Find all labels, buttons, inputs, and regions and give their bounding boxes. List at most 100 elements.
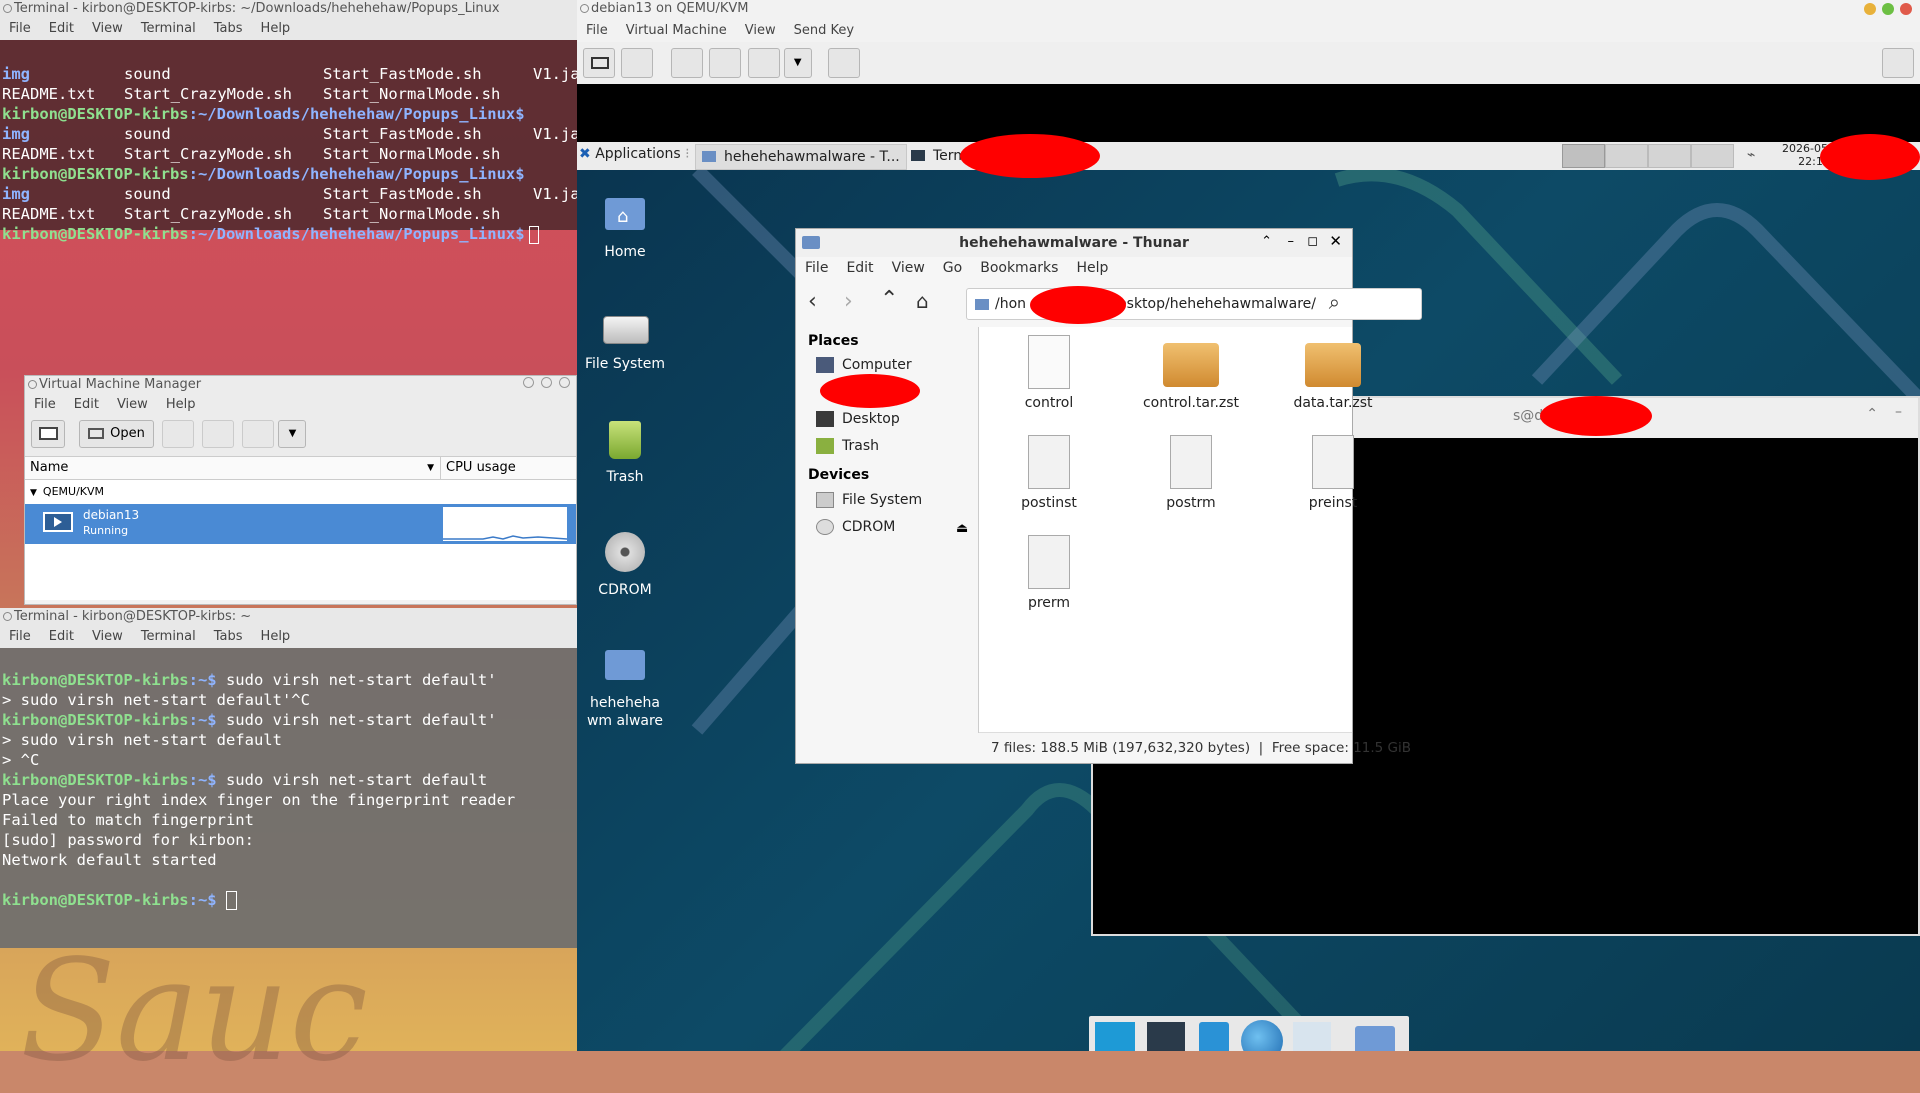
menu-edit[interactable]: Edit (837, 257, 882, 283)
menu-help[interactable]: Help (252, 18, 300, 40)
applications-menu[interactable]: ✖ Applications ⁝ (579, 146, 690, 162)
menu-go[interactable]: Go (934, 257, 971, 283)
file-item[interactable]: postinst (989, 435, 1109, 511)
new-vm-button[interactable] (31, 420, 65, 448)
menu-send-key[interactable]: Send Key (785, 20, 863, 42)
sidebar-item-computer[interactable]: Computer (816, 357, 912, 373)
shade-button[interactable]: ⌃ (1261, 234, 1272, 249)
maximize-button[interactable] (541, 377, 552, 388)
run-button[interactable] (671, 48, 704, 78)
sidebar-item-trash[interactable]: Trash (816, 438, 879, 454)
pause-button[interactable] (709, 48, 742, 78)
show-desktop-icon[interactable] (1095, 1022, 1135, 1051)
shutdown-menu-button[interactable]: ▼ (278, 420, 307, 448)
menu-virtual-machine[interactable]: Virtual Machine (617, 20, 736, 42)
terminal-window-top[interactable]: Terminal - kirbon@DESKTOP-kirbs: ~/Downl… (0, 0, 580, 244)
file-item[interactable]: postrm (1131, 435, 1251, 511)
shutdown-menu-button[interactable]: ▼ (783, 48, 812, 78)
search-icon[interactable]: ⌕ (1329, 290, 1340, 314)
menu-file[interactable]: File (796, 257, 837, 283)
file-view[interactable]: control control.tar.zst data.tar.zst pos… (979, 327, 1373, 733)
close-button[interactable]: ✕ (1329, 232, 1342, 250)
console-view-button[interactable] (583, 48, 615, 78)
menu-terminal[interactable]: Terminal (132, 18, 205, 40)
sidebar-item-cdrom[interactable]: CDROM (816, 519, 895, 535)
workspace-2[interactable] (1605, 144, 1648, 168)
vm-group[interactable]: ▼ QEMU/KVM (25, 480, 576, 504)
sidebar-item-desktop[interactable]: Desktop (816, 411, 900, 427)
vm-row[interactable]: debian13 Running (25, 504, 576, 544)
menu-view[interactable]: View (83, 626, 132, 648)
guest-desktop[interactable]: ⌂ Home File System Trash CDROM hehehehaw… (577, 170, 1920, 1051)
menu-view[interactable]: View (883, 257, 934, 283)
vm-display[interactable]: ✖ Applications ⁝ hehehehawmalware - T...… (577, 84, 1920, 1051)
terminal-window-bottom[interactable]: Terminal - kirbon@DESKTOP-kirbs: ~ File … (0, 608, 577, 948)
menu-view[interactable]: View (108, 394, 157, 416)
menu-file[interactable]: File (25, 394, 65, 416)
terminal-output[interactable]: img sound Start_FastMode.sh V1.ja README.txt… (0, 40, 580, 284)
file-item[interactable]: preinst (1273, 435, 1393, 511)
vmm-window[interactable]: Virtual Machine Manager File Edit View H… (24, 375, 577, 605)
file-item[interactable]: control (989, 335, 1109, 411)
column-cpu-header[interactable]: CPU usage (441, 457, 516, 479)
menu-edit[interactable]: Edit (40, 626, 83, 648)
menu-help[interactable]: Help (252, 626, 300, 648)
workspace-3[interactable] (1648, 144, 1691, 168)
menu-edit[interactable]: Edit (65, 394, 108, 416)
file-manager-icon[interactable] (1199, 1022, 1229, 1051)
desktop-icon-trash[interactable]: Trash (577, 415, 680, 485)
open-button[interactable]: Open (79, 420, 154, 448)
minimize-button[interactable]: – (1288, 234, 1295, 249)
back-icon[interactable]: ‹ (808, 289, 817, 314)
desktop-icon-cdrom[interactable]: CDROM (577, 528, 680, 598)
shutdown-button[interactable] (747, 48, 780, 78)
details-button[interactable] (621, 48, 654, 78)
minimize-button[interactable]: – (1895, 404, 1902, 420)
desktop-icon-folder[interactable]: hehehehawm alware (577, 640, 680, 730)
sidebar-item-filesystem[interactable]: File System (816, 492, 922, 508)
menu-help[interactable]: Help (157, 394, 205, 416)
menu-file[interactable]: File (577, 20, 617, 42)
fullscreen-button[interactable] (1882, 48, 1914, 78)
menu-tabs[interactable]: Tabs (205, 626, 252, 648)
search-icon[interactable] (1293, 1022, 1331, 1051)
minimize-button[interactable] (1864, 3, 1876, 15)
file-item[interactable]: data.tar.zst (1273, 335, 1393, 411)
menu-file[interactable]: File (0, 626, 40, 648)
maximize-button[interactable] (1882, 3, 1894, 15)
minimize-button[interactable] (523, 377, 534, 388)
terminal-output[interactable]: kirbon@DESKTOP-kirbs:~$ sudo virsh net-s… (0, 648, 577, 950)
menu-file[interactable]: File (0, 18, 40, 40)
vm-viewer-window[interactable]: debian13 on QEMU/KVM File Virtual Machin… (577, 0, 1920, 1051)
eject-icon[interactable]: ⏏ (956, 521, 968, 536)
chevron-up-icon[interactable]: ⌃ (1866, 406, 1878, 422)
menu-view[interactable]: View (736, 20, 785, 42)
workspace-switcher[interactable] (1562, 144, 1734, 168)
snapshots-button[interactable] (827, 48, 860, 78)
shutdown-button[interactable] (242, 420, 275, 448)
desktop-icon-home[interactable]: ⌂ Home (577, 190, 680, 260)
column-name-header[interactable]: Name ▼ (25, 457, 441, 479)
run-button[interactable] (162, 420, 195, 448)
menu-view[interactable]: View (83, 18, 132, 40)
terminal-icon[interactable] (1147, 1022, 1185, 1051)
network-icon[interactable]: ⌁ (1747, 147, 1755, 163)
taskbar-item-thunar[interactable]: hehehehawmalware - T... (695, 144, 907, 170)
menu-tabs[interactable]: Tabs (205, 18, 252, 40)
up-icon[interactable]: ⌃ (880, 287, 898, 312)
desktop-icon-filesystem[interactable]: File System (577, 302, 680, 372)
menu-bookmarks[interactable]: Bookmarks (971, 257, 1067, 283)
forward-icon[interactable]: › (844, 289, 853, 314)
file-item[interactable]: control.tar.zst (1131, 335, 1251, 411)
close-button[interactable] (559, 377, 570, 388)
maximize-button[interactable]: ◻ (1307, 234, 1318, 249)
folder-icon[interactable] (1355, 1026, 1395, 1051)
workspace-1[interactable] (1562, 144, 1605, 168)
web-browser-icon[interactable] (1241, 1020, 1283, 1051)
home-icon[interactable]: ⌂ (916, 289, 929, 313)
workspace-4[interactable] (1691, 144, 1734, 168)
menu-edit[interactable]: Edit (40, 18, 83, 40)
menu-terminal[interactable]: Terminal (132, 626, 205, 648)
close-button[interactable] (1900, 3, 1912, 15)
pause-button[interactable] (202, 420, 235, 448)
